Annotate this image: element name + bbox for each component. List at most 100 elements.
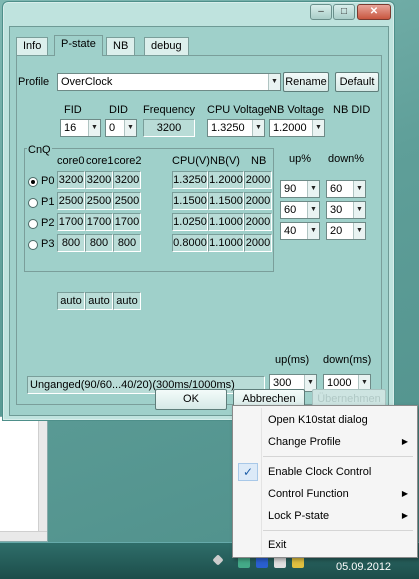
close-button[interactable]: ✕ xyxy=(357,4,391,20)
down-percent-label: down% xyxy=(328,153,365,165)
chevron-down-icon: ▼ xyxy=(353,181,365,197)
p1-label: P1 xyxy=(41,196,55,208)
up-threshold-1[interactable]: 90 ▼ xyxy=(280,180,320,198)
fid-header: FID xyxy=(64,104,82,116)
p2-radio[interactable] xyxy=(28,219,38,229)
minimize-button[interactable]: – xyxy=(310,4,332,20)
profile-label: Profile xyxy=(18,76,50,88)
title-bar[interactable]: – □ ✕ xyxy=(3,2,394,26)
p2-core0[interactable]: 1700 xyxy=(57,213,85,231)
menu-item-label: Control Function xyxy=(268,488,349,500)
up-threshold-1-value: 90 xyxy=(284,183,297,195)
profile-value: OverClock xyxy=(61,76,113,88)
p0-cpuv[interactable]: 1.3250 xyxy=(172,171,208,189)
p2-nbv[interactable]: 1.1000 xyxy=(208,213,244,231)
menu-item-label: Lock P-state xyxy=(268,510,330,522)
p0-radio[interactable] xyxy=(28,177,38,187)
p0-label: P0 xyxy=(41,175,55,187)
profile-select[interactable]: OverClock ▼ xyxy=(57,73,281,91)
fid-select[interactable]: 16 ▼ xyxy=(60,119,101,137)
down-threshold-3[interactable]: 20 ▼ xyxy=(326,222,366,240)
p3-core2[interactable]: 800 xyxy=(113,234,141,252)
down-ms-label: down(ms) xyxy=(323,354,372,366)
frequency-header: Frequency xyxy=(143,104,195,116)
chevron-down-icon: ▼ xyxy=(88,120,100,136)
checkmark-icon: ✓ xyxy=(238,463,258,481)
fid-value: 16 xyxy=(64,122,77,134)
p1-nb[interactable]: 2000 xyxy=(244,192,272,210)
auto-core2[interactable]: auto xyxy=(113,292,141,310)
maximize-button[interactable]: □ xyxy=(333,4,355,20)
p3-core0[interactable]: 800 xyxy=(57,234,85,252)
tab-nb[interactable]: NB xyxy=(106,37,136,55)
chevron-down-icon: ▼ xyxy=(124,120,136,136)
p2-core1[interactable]: 1700 xyxy=(85,213,113,231)
p3-cpuv[interactable]: 0.8000 xyxy=(172,234,208,252)
rename-button[interactable]: Rename xyxy=(283,72,329,92)
chevron-down-icon: ▼ xyxy=(307,181,319,197)
p0-core1[interactable]: 3200 xyxy=(85,171,113,189)
tab-p-state[interactable]: P-state xyxy=(54,35,103,56)
did-header: DID xyxy=(109,104,128,116)
p3-core1[interactable]: 800 xyxy=(85,234,113,252)
default-button[interactable]: Default xyxy=(335,72,379,92)
down-threshold-2[interactable]: 30 ▼ xyxy=(326,201,366,219)
up-threshold-2[interactable]: 60 ▼ xyxy=(280,201,320,219)
p2-cpuv[interactable]: 1.0250 xyxy=(172,213,208,231)
p2-nb[interactable]: 2000 xyxy=(244,213,272,231)
menu-enable-clock-control[interactable]: ✓ Enable Clock Control xyxy=(234,461,416,483)
did-select[interactable]: 0 ▼ xyxy=(105,119,137,137)
p0-nb[interactable]: 2000 xyxy=(244,171,272,189)
p3-nbv[interactable]: 1.1000 xyxy=(208,234,244,252)
chevron-down-icon: ▼ xyxy=(353,202,365,218)
auto-core1[interactable]: auto xyxy=(85,292,113,310)
menu-separator xyxy=(263,530,413,531)
p1-nbv[interactable]: 1.1500 xyxy=(208,192,244,210)
taskbar-date[interactable]: 05.09.2012 xyxy=(336,561,391,573)
cpu-voltage-value: 1.3250 xyxy=(211,122,245,134)
chevron-down-icon: ▼ xyxy=(268,74,280,90)
p1-core1[interactable]: 2500 xyxy=(85,192,113,210)
menu-lock-p-state[interactable]: Lock P-state ▶ xyxy=(234,505,416,527)
menu-change-profile[interactable]: Change Profile ▶ xyxy=(234,431,416,453)
cpu-voltage-select[interactable]: 1.3250 ▼ xyxy=(207,119,265,137)
down-ms-value: 1000 xyxy=(327,377,352,389)
menu-separator xyxy=(263,456,413,457)
ok-button[interactable]: OK xyxy=(155,389,227,410)
p3-label: P3 xyxy=(41,238,55,250)
p1-core0[interactable]: 2500 xyxy=(57,192,85,210)
p0-core2[interactable]: 3200 xyxy=(113,171,141,189)
p0-nbv[interactable]: 1.2000 xyxy=(208,171,244,189)
cpuv-header: CPU(V) xyxy=(172,155,210,167)
submenu-arrow-icon: ▶ xyxy=(401,511,408,520)
p0-core0[interactable]: 3200 xyxy=(57,171,85,189)
menu-item-label: Open K10stat dialog xyxy=(268,414,368,426)
frequency-value: 3200 xyxy=(143,119,195,137)
p3-radio[interactable] xyxy=(28,240,38,250)
did-value: 0 xyxy=(109,122,116,134)
core2-header: core2 xyxy=(114,155,142,167)
tab-debug[interactable]: debug xyxy=(144,37,189,55)
auto-core0[interactable]: auto xyxy=(57,292,85,310)
p2-core2[interactable]: 1700 xyxy=(113,213,141,231)
p1-core2[interactable]: 2500 xyxy=(113,192,141,210)
up-threshold-3-value: 40 xyxy=(284,225,297,237)
p1-radio[interactable] xyxy=(28,198,38,208)
status-text: Unganged(90/60...40/20)(300ms/1000ms) xyxy=(27,376,265,394)
horizontal-scrollbar[interactable] xyxy=(0,531,47,541)
menu-control-function[interactable]: Control Function ▶ xyxy=(234,483,416,505)
p1-cpuv[interactable]: 1.1500 xyxy=(172,192,208,210)
vertical-scrollbar[interactable] xyxy=(38,417,47,541)
up-threshold-2-value: 60 xyxy=(284,204,297,216)
down-threshold-1[interactable]: 60 ▼ xyxy=(326,180,366,198)
menu-exit[interactable]: Exit xyxy=(234,534,416,556)
up-threshold-3[interactable]: 40 ▼ xyxy=(280,222,320,240)
p3-nb[interactable]: 2000 xyxy=(244,234,272,252)
background-window[interactable] xyxy=(0,416,48,542)
cnq-label: CnQ xyxy=(27,144,52,156)
down-threshold-1-value: 60 xyxy=(330,183,343,195)
tab-info[interactable]: Info xyxy=(16,37,49,55)
nb-voltage-select[interactable]: 1.2000 ▼ xyxy=(269,119,325,137)
menu-open-k10stat-dialog[interactable]: Open K10stat dialog xyxy=(234,409,416,431)
nb-voltage-value: 1.2000 xyxy=(273,122,307,134)
